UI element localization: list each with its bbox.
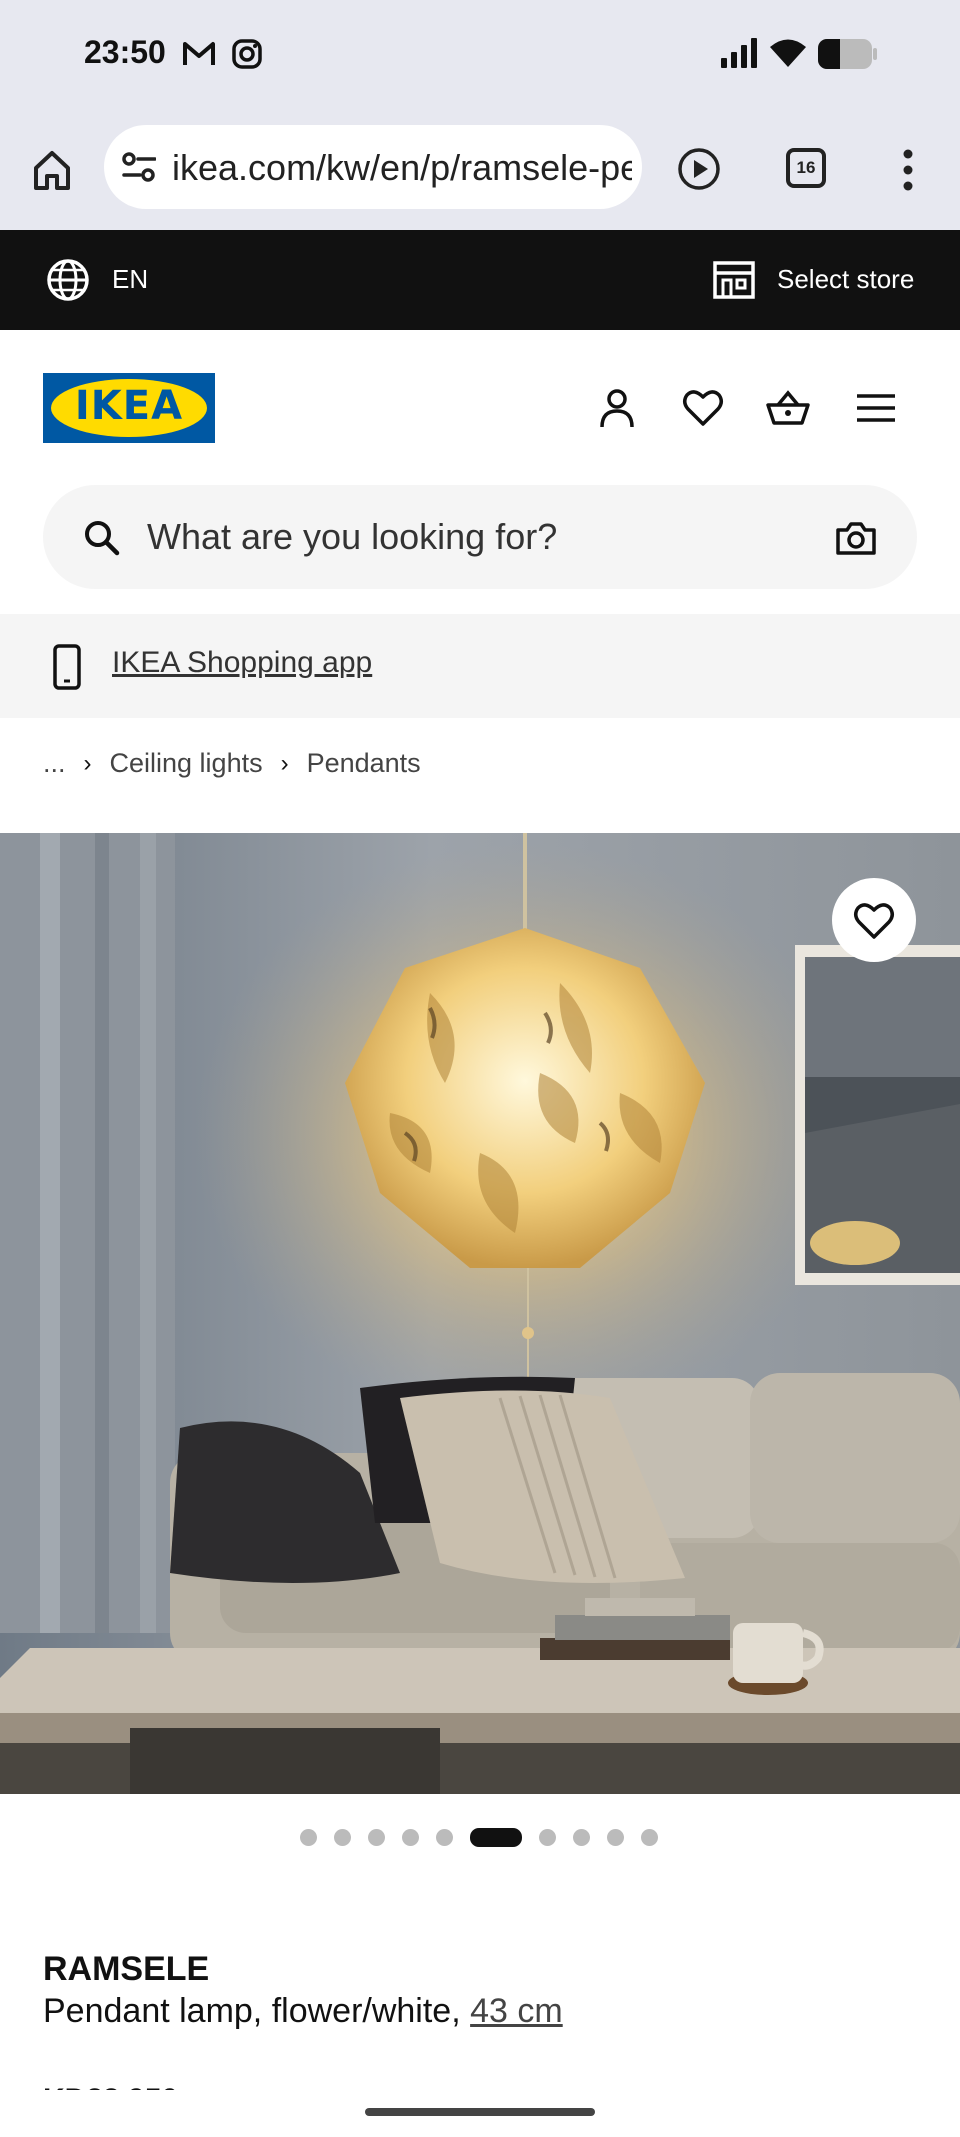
carousel-dot[interactable]	[539, 1829, 556, 1846]
breadcrumb-pendants[interactable]: Pendants	[307, 748, 421, 779]
url-bar[interactable]: ikea.com/kw/en/p/ramsele-pe	[104, 125, 642, 209]
search-input[interactable]	[147, 513, 787, 561]
more-options-icon[interactable]	[900, 148, 916, 192]
phone-icon	[53, 644, 81, 690]
instagram-icon	[232, 39, 262, 69]
product-image[interactable]	[0, 833, 960, 1794]
logo-text: IKEA	[74, 383, 184, 429]
status-time: 23:50	[84, 34, 166, 70]
cart-icon[interactable]	[766, 386, 810, 430]
carousel-indicator	[0, 1827, 960, 1847]
product-description-text: Pendant lamp, flower/white,	[43, 1992, 471, 2030]
home-indicator[interactable]	[365, 2108, 595, 2116]
carousel-dot[interactable]	[368, 1829, 385, 1846]
select-store-label: Select store	[777, 264, 915, 294]
breadcrumb-ellipsis[interactable]: ...	[43, 748, 66, 779]
carousel-dot[interactable]	[402, 1829, 419, 1846]
search-icon	[85, 521, 120, 556]
site-top-bar: EN Select store	[0, 230, 960, 330]
carousel-dot[interactable]	[334, 1829, 351, 1846]
breadcrumb-ceiling-lights[interactable]: Ceiling lights	[110, 748, 263, 779]
carousel-dot[interactable]	[641, 1829, 658, 1846]
menu-icon[interactable]	[854, 386, 898, 430]
search-bar	[43, 485, 917, 589]
product-photo	[0, 833, 960, 1794]
product-description: Pendant lamp, flower/white, 43 cm	[43, 1992, 563, 2031]
save-to-favourites-button[interactable]	[832, 878, 916, 962]
carousel-dot[interactable]	[436, 1829, 453, 1846]
carousel-dot[interactable]	[607, 1829, 624, 1846]
carousel-dot[interactable]	[573, 1829, 590, 1846]
language-label: EN	[112, 264, 149, 294]
breadcrumb: ... › Ceiling lights › Pendants	[43, 748, 421, 779]
select-store-button[interactable]: Select store	[710, 254, 920, 308]
browser-toolbar: ikea.com/kw/en/p/ramsele-pe 16	[0, 108, 960, 230]
app-banner: IKEA Shopping app	[0, 614, 960, 718]
camera-search-icon[interactable]	[835, 519, 877, 557]
globe-icon	[47, 259, 89, 301]
product-name: RAMSELE	[43, 1950, 210, 1988]
home-icon[interactable]	[32, 148, 72, 192]
chevron-right-icon: ›	[83, 749, 92, 777]
heart-icon	[854, 903, 894, 939]
site-settings-icon[interactable]	[122, 151, 156, 183]
tab-count: 16	[796, 158, 816, 177]
wifi-icon	[770, 39, 806, 67]
wishlist-icon[interactable]	[681, 386, 725, 430]
shopping-app-link[interactable]: IKEA Shopping app	[112, 646, 372, 680]
url-text: ikea.com/kw/en/p/ramsele-pe	[172, 147, 632, 188]
carousel-dot-active[interactable]	[470, 1828, 522, 1847]
status-bar: 23:50	[0, 0, 960, 108]
language-selector[interactable]: EN	[44, 254, 174, 308]
store-icon	[713, 261, 755, 299]
account-icon[interactable]	[595, 386, 639, 430]
product-price: KD23.950	[43, 2078, 243, 2090]
chevron-right-icon: ›	[280, 749, 289, 777]
ikea-logo[interactable]: IKEA	[43, 373, 215, 443]
gmail-icon	[183, 42, 215, 65]
signal-icon	[721, 38, 757, 68]
play-icon[interactable]	[677, 147, 721, 191]
battery-icon	[818, 39, 877, 69]
carousel-dot[interactable]	[300, 1829, 317, 1846]
product-size-link[interactable]: 43 cm	[470, 1992, 563, 2030]
tab-switcher-button[interactable]: 16	[786, 148, 826, 188]
